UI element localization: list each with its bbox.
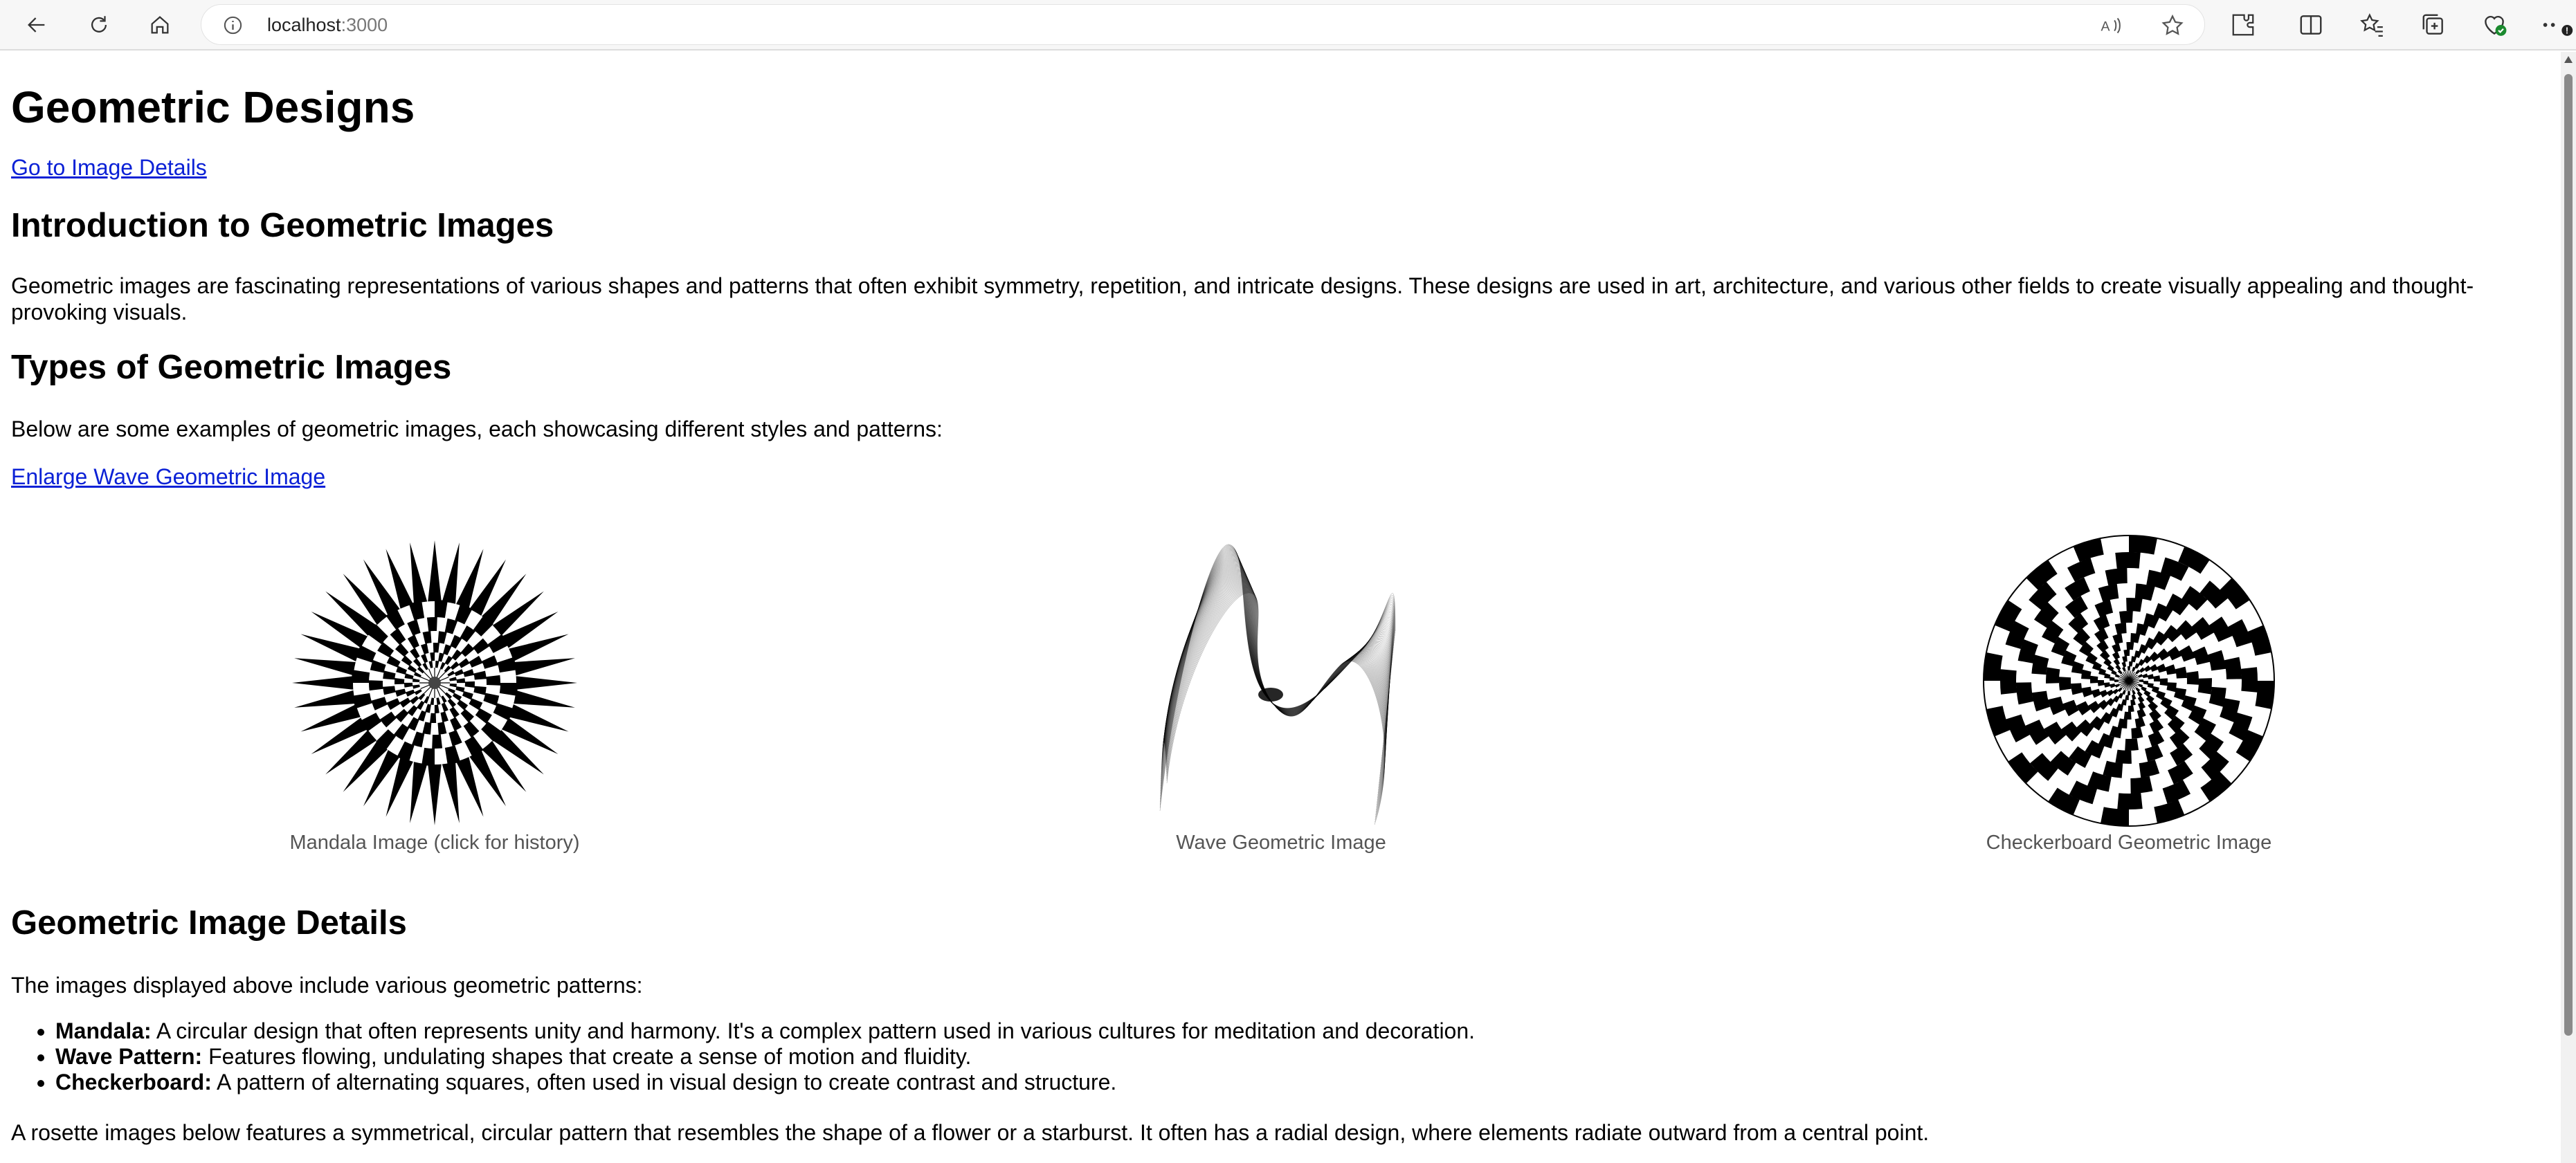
vertical-scrollbar[interactable] xyxy=(2561,52,2576,1163)
list-item: Mandala: A circular design that often re… xyxy=(55,1018,1475,1044)
checkerboard-figure[interactable]: Checkerboard Geometric Image xyxy=(1980,534,2278,854)
url-text[interactable]: localhost:3000 xyxy=(267,13,388,37)
list-desc: Features flowing, undulating shapes that… xyxy=(202,1044,972,1069)
list-item: Wave Pattern: Features flowing, undulati… xyxy=(55,1044,1475,1070)
types-heading: Types of Geometric Images xyxy=(11,349,452,386)
browser-essentials-icon[interactable] xyxy=(2481,12,2507,38)
favorite-star-icon[interactable] xyxy=(2160,13,2185,38)
list-term: Mandala: xyxy=(55,1018,152,1043)
home-button[interactable] xyxy=(141,7,179,43)
split-screen-icon[interactable] xyxy=(2298,12,2324,38)
types-paragraph: Below are some examples of geometric ima… xyxy=(11,416,943,441)
details-paragraph: The images displayed above include vario… xyxy=(11,973,643,998)
collections-icon[interactable] xyxy=(2420,12,2447,38)
back-arrow-icon xyxy=(28,17,45,33)
list-item: Checkerboard: A pattern of alternating s… xyxy=(55,1070,1475,1095)
intro-heading: Introduction to Geometric Images xyxy=(11,207,554,244)
back-button[interactable] xyxy=(18,7,55,43)
list-term: Wave Pattern: xyxy=(55,1044,203,1069)
reload-button[interactable] xyxy=(80,7,118,43)
checkerboard-image[interactable] xyxy=(1980,534,2278,828)
list-term: Checkerboard: xyxy=(55,1070,212,1095)
home-icon xyxy=(151,16,169,34)
checkerboard-caption: Checkerboard Geometric Image xyxy=(1986,832,2272,854)
reload-icon xyxy=(91,16,107,33)
enlarge-wave-link[interactable]: Enlarge Wave Geometric Image xyxy=(11,464,325,490)
wave-caption: Wave Geometric Image xyxy=(1176,832,1386,854)
svg-text:A: A xyxy=(2101,19,2110,35)
image-details-link[interactable]: Go to Image Details xyxy=(11,154,207,181)
favorites-icon[interactable] xyxy=(2359,12,2385,38)
list-desc: A circular design that often represents … xyxy=(151,1018,1476,1043)
page-title: Geometric Designs xyxy=(11,82,415,132)
scrollbar-thumb[interactable] xyxy=(2564,74,2573,1036)
wave-lines xyxy=(1159,544,1396,825)
browser-toolbar: localhost:3000 A ! xyxy=(0,0,2576,51)
pattern-list: Mandala: A circular design that often re… xyxy=(55,1018,1475,1095)
read-aloud-icon[interactable]: A xyxy=(2098,13,2123,38)
site-info-icon[interactable] xyxy=(222,15,244,36)
mandala-caption: Mandala Image (click for history) xyxy=(289,832,580,854)
scroll-up-arrow-icon[interactable] xyxy=(2564,56,2573,63)
mandala-figure[interactable]: Mandala Image (click for history) xyxy=(289,538,580,854)
extensions-icon[interactable] xyxy=(2230,12,2256,38)
web-page: Geometric Designs Go to Image Details In… xyxy=(0,52,2561,1163)
svg-text:!: ! xyxy=(2566,26,2568,36)
more-options-icon[interactable]: ! xyxy=(2539,12,2576,38)
wave-figure[interactable]: Wave Geometric Image xyxy=(1132,534,1430,854)
mandala-image[interactable] xyxy=(289,538,580,828)
rosette-paragraph: A rosette images below features a symmet… xyxy=(11,1120,1930,1145)
list-desc: A pattern of alternating squares, often … xyxy=(211,1070,1117,1095)
details-heading: Geometric Image Details xyxy=(11,904,407,942)
wave-image[interactable] xyxy=(1132,534,1430,828)
address-bar[interactable]: localhost:3000 A xyxy=(201,4,2205,45)
intro-paragraph: Geometric images are fascinating represe… xyxy=(11,273,2474,324)
